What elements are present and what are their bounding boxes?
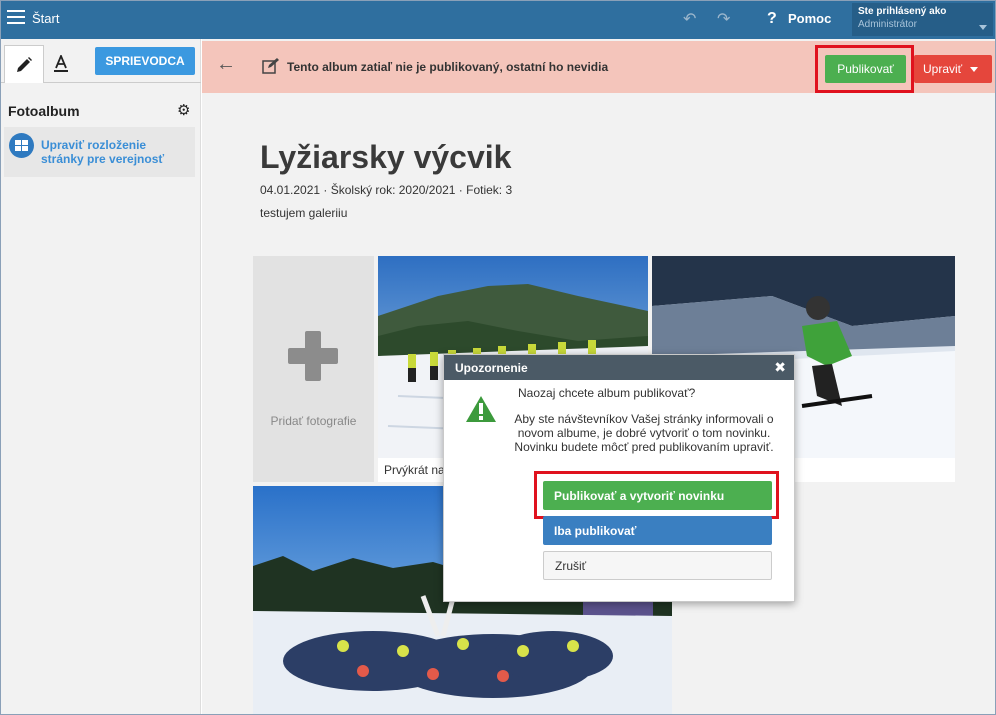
top-bar: Štart ↶ ↷ ? Pomoc Ste prihlásený ako Adm… [1, 1, 995, 39]
dialog-title: Upozornenie [455, 361, 528, 375]
sidebar-item-layout[interactable]: Upraviť rozloženie stránky pre verejnosť [4, 127, 195, 177]
sidebar: SPRIEVODCA Fotoalbum ⚙ Upraviť rozloženi… [1, 39, 201, 714]
publish-only-button[interactable]: Iba publikovať [543, 516, 772, 545]
chevron-down-icon [970, 66, 979, 72]
undo-icon[interactable]: ↶ [683, 9, 696, 29]
help-icon[interactable]: ? [767, 10, 777, 28]
sidebar-tabs: SPRIEVODCA [1, 39, 201, 83]
edit-button-label: Upraviť [923, 62, 963, 76]
close-icon[interactable]: ✖ [774, 359, 786, 376]
dialog-header: Upozornenie ✖ [444, 355, 794, 380]
user-caption: Ste prihlásený ako [858, 6, 947, 17]
confirm-dialog: Upozornenie ✖ Naozaj chcete album publik… [443, 354, 795, 602]
add-photos-label: Pridať fotografie [270, 414, 357, 428]
guide-button[interactable]: SPRIEVODCA [95, 47, 195, 75]
album-description: testujem galeriiu [260, 206, 348, 220]
hamburger-menu-icon[interactable] [7, 10, 25, 26]
add-photos-tile[interactable]: Pridať fotografie [253, 256, 374, 482]
dialog-question: Naozaj chcete album publikovať? [518, 386, 696, 400]
edit-dropdown-button[interactable]: Upraviť [914, 55, 992, 83]
redo-icon[interactable]: ↷ [717, 9, 730, 29]
pencil-icon [17, 56, 32, 72]
publish-button[interactable]: Publikovať [825, 55, 906, 83]
unpublished-notice-bar: ← Tento album zatiaľ nie je publikovaný,… [202, 41, 995, 93]
warning-icon [466, 396, 496, 422]
tab-typography[interactable] [41, 45, 81, 83]
sidebar-item-label: Upraviť rozloženie stránky pre verejnosť [41, 138, 165, 166]
chevron-down-icon [979, 25, 987, 30]
sidebar-section-title: Fotoalbum [8, 103, 80, 119]
gear-icon[interactable]: ⚙ [177, 101, 190, 119]
back-arrow-icon[interactable]: ← [216, 53, 236, 76]
edit-note-icon [262, 58, 279, 74]
text-format-icon [54, 55, 68, 72]
tab-edit[interactable] [4, 45, 44, 83]
album-meta: 04.01.2021 · Školský rok: 2020/2021 · Fo… [260, 183, 513, 197]
help-link[interactable]: Pomoc [788, 11, 831, 26]
user-name: Administrátor [858, 19, 917, 30]
notice-message: Tento album zatiaľ nie je publikovaný, o… [287, 60, 609, 74]
app-window: Štart ↶ ↷ ? Pomoc Ste prihlásený ako Adm… [0, 0, 996, 715]
cancel-button[interactable]: Zrušiť [543, 551, 772, 580]
start-link[interactable]: Štart [32, 11, 59, 26]
user-menu[interactable]: Ste prihlásený ako Administrátor [852, 3, 993, 36]
layout-icon [9, 133, 34, 158]
dialog-info: Aby ste návštevníkov Vašej stránky infor… [514, 412, 774, 454]
album-title: Lyžiarsky výcvik [260, 139, 512, 175]
publish-and-create-news-button[interactable]: Publikovať a vytvoriť novinku [543, 481, 772, 510]
